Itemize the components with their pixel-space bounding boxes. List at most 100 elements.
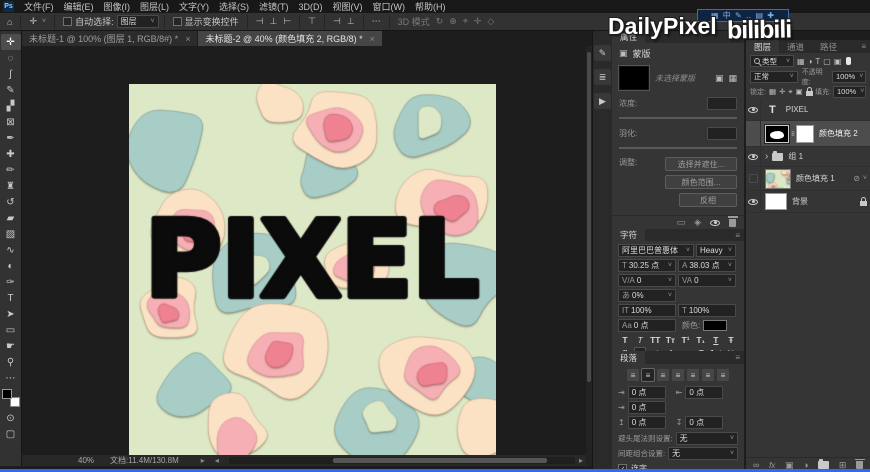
lock-transparency-icon[interactable]: ▦ [769, 87, 776, 96]
tracking-field[interactable]: VA 0 ˅ [678, 274, 736, 287]
vertical-scale-field[interactable]: IT 100% [618, 304, 676, 317]
proportional-spacing-field[interactable]: あ 0% ˅ [618, 289, 676, 302]
menu-item-filter[interactable]: 滤镜(T) [254, 0, 294, 13]
close-icon[interactable]: × [370, 34, 375, 44]
distribute-h-icon[interactable]: ⊣ [330, 16, 344, 27]
font-family-dropdown[interactable]: 阿里巴巴普惠体 ˅ [618, 244, 694, 257]
faux-bold-button[interactable]: T [619, 335, 631, 345]
visibility-toggle[interactable] [746, 99, 761, 120]
strikethrough-button[interactable]: Ŧ [725, 335, 737, 345]
mojikumi-dropdown[interactable]: 无 ˅ [668, 447, 738, 460]
underline-button[interactable]: T [710, 335, 722, 345]
color-swatches[interactable] [1, 389, 20, 407]
menu-item-file[interactable]: 文件(F) [19, 0, 59, 13]
eraser-tool[interactable]: ▰ [1, 210, 21, 226]
font-style-dropdown[interactable]: Heavy ˅ [696, 244, 736, 257]
filter-toggle[interactable] [846, 57, 852, 65]
new-group-icon[interactable] [818, 459, 830, 469]
lock-all-icon[interactable] [805, 86, 813, 96]
horizontal-scrollbar[interactable] [228, 457, 575, 464]
add-vector-mask-icon[interactable]: ▦ [728, 73, 737, 84]
more-options-icon[interactable]: ⋯ [369, 16, 384, 27]
justify-last-center-button[interactable]: ≡ [687, 369, 699, 381]
first-line-indent-field[interactable]: 0 点 [627, 401, 666, 414]
mask-thumbnail[interactable] [618, 65, 650, 92]
filter-smart-objects-icon[interactable]: ▣ [834, 57, 842, 66]
align-right-icon[interactable]: ⊢ [280, 16, 294, 27]
density-slider[interactable] [619, 117, 737, 120]
filter-type-layers-icon[interactable]: T [815, 57, 820, 66]
align-top-icon[interactable]: ⊤ [305, 16, 319, 27]
color-range-button[interactable]: 颜色范围... [665, 175, 737, 190]
add-pixel-mask-icon[interactable]: ▣ [715, 73, 724, 84]
panel-menu-icon[interactable]: ≡ [857, 40, 870, 53]
visibility-toggle[interactable] [746, 121, 761, 146]
dodge-tool[interactable]: ◐ [1, 258, 21, 274]
clone-stamp-tool[interactable]: ♜ [1, 178, 21, 194]
home-icon[interactable]: ⌂ [4, 17, 15, 27]
show-transform-checkbox[interactable]: 显示变换控件 [170, 15, 242, 28]
smart-filter-icon[interactable]: ⊘ [853, 174, 860, 183]
blend-mode-dropdown[interactable]: 正常 ˅ [750, 70, 798, 83]
filter-pixel-layers-icon[interactable]: ▦ [797, 57, 805, 66]
lock-artboard-icon[interactable]: ▣ [796, 87, 803, 96]
layer-row-group-1[interactable]: › 组 1 [746, 147, 870, 167]
justify-last-left-button[interactable]: ≡ [672, 369, 684, 381]
panel-menu-icon[interactable]: ≡ [731, 229, 744, 241]
opacity-field[interactable]: 100% ˅ [832, 70, 866, 83]
filter-shape-layers-icon[interactable]: ▢ [823, 57, 831, 66]
small-caps-button[interactable]: Tт [664, 335, 676, 345]
align-left-button[interactable]: ≡ [627, 369, 639, 381]
type-tool[interactable]: T [1, 290, 21, 306]
gradient-tool[interactable]: ▧ [1, 226, 21, 242]
3d-slide-icon[interactable]: ✛ [471, 16, 485, 27]
tab-character[interactable]: 字符 [612, 229, 646, 241]
scroll-left-icon[interactable]: ◂ [215, 456, 219, 465]
kerning-field[interactable]: V/A 0 ˅ [618, 274, 676, 287]
lock-position-icon[interactable]: ⌖ [788, 87, 792, 97]
zoom-tool[interactable]: ⚲ [1, 354, 21, 370]
distribute-v-icon[interactable]: ⊥ [344, 16, 358, 27]
delete-layer-icon[interactable] [854, 458, 865, 469]
feather-slider[interactable] [619, 147, 737, 150]
tab-paths[interactable]: 路径 [812, 40, 845, 53]
edit-toolbar-icon[interactable]: ⋯ [1, 370, 21, 386]
menu-item-type[interactable]: 文字(Y) [174, 0, 214, 13]
history-panel-icon[interactable]: ✎ [594, 45, 611, 61]
3d-orbit-icon[interactable]: ↻ [433, 16, 447, 27]
auto-select-dropdown[interactable]: 图层 ˅ [116, 15, 159, 28]
eyedropper-tool[interactable]: ✒ [1, 130, 21, 146]
path-select-tool[interactable]: ➤ [1, 306, 21, 322]
menu-item-edit[interactable]: 编辑(E) [59, 0, 99, 13]
close-icon[interactable]: × [185, 34, 190, 44]
filter-adjustment-layers-icon[interactable]: ◑ [808, 57, 813, 66]
font-size-field[interactable]: T 30.25 点 ˅ [618, 259, 676, 272]
visibility-toggle[interactable] [746, 167, 761, 190]
select-and-mask-button[interactable]: 选择并遮住... [665, 157, 737, 172]
space-before-field[interactable]: 0 点 [627, 416, 666, 429]
baseline-shift-field[interactable]: Aa 0 点 [618, 319, 676, 332]
fill-field[interactable]: 100% ˅ [833, 85, 866, 98]
all-caps-button[interactable]: TT [649, 335, 661, 345]
eye-icon[interactable] [710, 219, 720, 226]
3d-zoom-icon[interactable]: ◇ [484, 16, 497, 27]
layer-row-color-fill-2[interactable]: ∞ 颜色填充 2 [746, 121, 870, 147]
3d-pan-icon[interactable]: ⌖ [460, 16, 471, 27]
justify-last-right-button[interactable]: ≡ [702, 369, 714, 381]
kinsoku-dropdown[interactable]: 无 ˅ [675, 432, 738, 445]
menu-item-view[interactable]: 视图(V) [328, 0, 368, 13]
invert-button[interactable]: 反相 [679, 193, 737, 208]
align-left-icon[interactable]: ⊣ [253, 16, 267, 27]
layer-row-color-fill-1[interactable]: 颜色填充 1 ⊘ ˅ [746, 167, 870, 191]
adjustments-panel-icon[interactable]: ≣ [594, 69, 611, 85]
menu-item-3d[interactable]: 3D(D) [294, 0, 328, 13]
layer-mask-thumbnail[interactable] [764, 123, 790, 144]
status-popup-icon[interactable]: ▸ [201, 456, 205, 465]
visibility-toggle[interactable] [746, 191, 761, 212]
move-tool-preset[interactable]: ✛ ˅ [26, 16, 49, 27]
healing-brush-tool[interactable]: ✚ [1, 146, 21, 162]
layer-row-pixel[interactable]: T PIXEL [746, 99, 870, 121]
visibility-toggle[interactable] [746, 147, 761, 166]
scroll-right-icon[interactable]: ▸ [579, 456, 583, 465]
zoom-level[interactable]: 40% [78, 456, 94, 465]
